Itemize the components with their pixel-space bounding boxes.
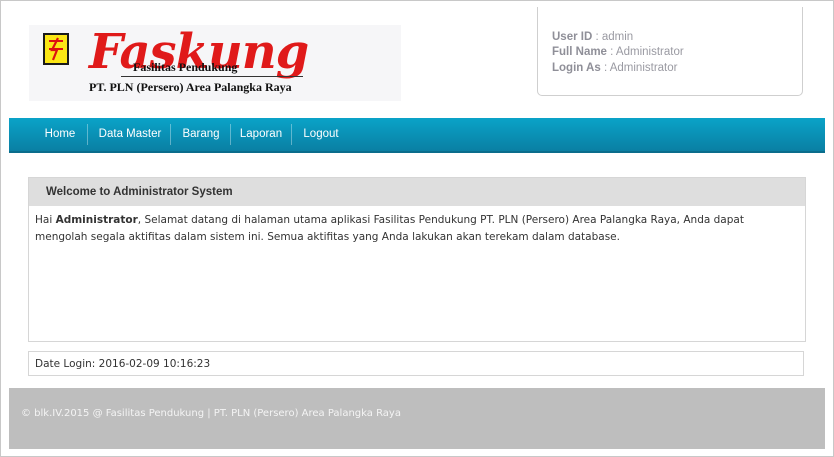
main-navbar: Home Data Master Barang Laporan Logout <box>9 118 825 153</box>
nav-separator <box>291 124 292 145</box>
user-id-label: User ID <box>552 31 593 43</box>
login-as-row: Login As : Administrator <box>552 62 678 74</box>
nav-separator <box>170 124 171 145</box>
logo-organization: PT. PLN (Persero) Area Palangka Raya <box>89 80 292 94</box>
welcome-panel: Welcome to Administrator System Hai Admi… <box>28 177 806 342</box>
nav-laporan[interactable]: Laporan <box>233 118 289 151</box>
login-as-value: Administrator <box>609 62 678 74</box>
welcome-greeting: Hai <box>35 214 53 226</box>
logo-subtitle: Fasilitas Pendukung <box>133 60 238 74</box>
welcome-title: Welcome to Administrator System <box>29 178 805 206</box>
nav-separator <box>230 124 231 145</box>
full-name-label: Full Name <box>552 46 607 58</box>
welcome-user-name: Administrator <box>55 214 138 226</box>
date-login-label: Date Login: <box>35 358 96 370</box>
logo-divider <box>121 76 303 77</box>
nav-logout[interactable]: Logout <box>294 118 348 151</box>
pln-lightning-icon <box>43 33 69 65</box>
nav-data-master[interactable]: Data Master <box>91 118 169 151</box>
nav-separator <box>87 124 88 145</box>
welcome-text: , Selamat datang di halaman utama aplika… <box>35 214 744 243</box>
nav-barang[interactable]: Barang <box>174 118 228 151</box>
date-login-box: Date Login: 2016-02-09 10:16:23 <box>28 351 804 376</box>
login-as-label: Login As <box>552 62 601 74</box>
date-login-value: 2016-02-09 10:16:23 <box>98 358 211 370</box>
app-window: Faskung Fasilitas Pendukung PT. PLN (Per… <box>0 0 834 457</box>
welcome-message: Hai Administrator, Selamat datang di hal… <box>29 206 805 246</box>
user-id-value: admin <box>601 31 634 43</box>
user-info-box: User ID : admin Full Name : Administrato… <box>537 7 803 96</box>
user-id-row: User ID : admin <box>552 31 634 43</box>
nav-home[interactable]: Home <box>37 118 83 151</box>
full-name-row: Full Name : Administrator <box>552 46 684 58</box>
faskung-logo: Faskung Fasilitas Pendukung PT. PLN (Per… <box>29 24 401 101</box>
page-footer: © blk.IV.2015 @ Fasilitas Pendukung | PT… <box>9 388 825 449</box>
full-name-value: Administrator <box>615 46 684 58</box>
footer-copyright: © blk.IV.2015 @ Fasilitas Pendukung | PT… <box>21 408 401 419</box>
